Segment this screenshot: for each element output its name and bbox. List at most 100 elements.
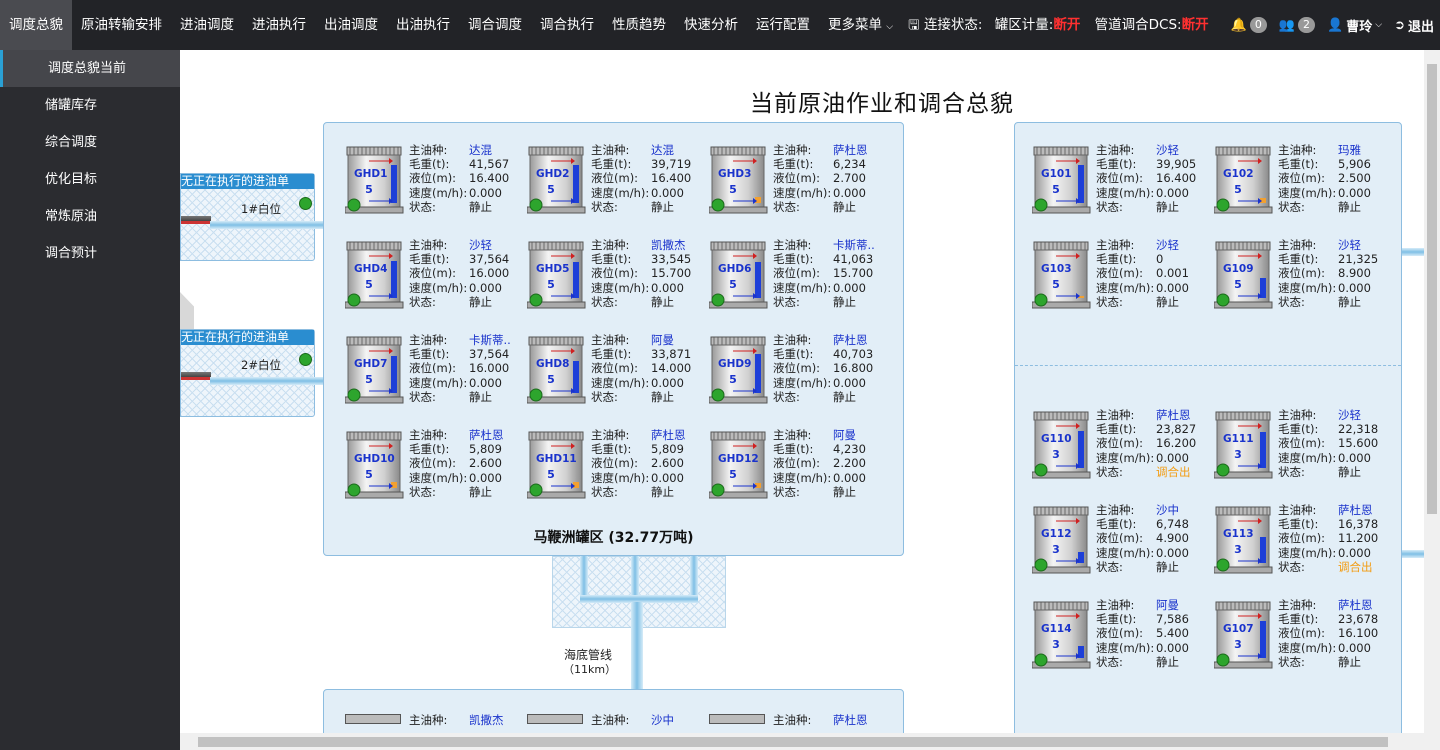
- logout-button[interactable]: ➲ 退出: [1394, 16, 1434, 35]
- nav-outbound-dispatch[interactable]: 出油调度: [315, 0, 387, 50]
- tank-G112[interactable]: G112 3 主油种: 沙中 毛重(t): 6,748 液位(m): 4.900 速度…: [1031, 503, 1232, 577]
- tank-speed: 0.000: [1156, 545, 1189, 560]
- label-state: 状态:: [1096, 294, 1123, 309]
- nav-transfer-plan[interactable]: 原油转输安排: [72, 0, 171, 50]
- sidebar-item-overview-current[interactable]: 调度总貌当前: [0, 50, 180, 87]
- label-weight: 毛重(t):: [591, 157, 632, 172]
- tank-level: 2.700: [833, 171, 866, 186]
- tank-G111[interactable]: G111 3 主油种: 沙轻 毛重(t): 22,318 液位(m): 15.600 …: [1213, 408, 1414, 482]
- tank-speed: 0.000: [651, 470, 684, 485]
- berth-1[interactable]: 无正在执行的进油单 1#白位: [180, 173, 315, 261]
- nav-blend-exec[interactable]: 调合执行: [531, 0, 603, 50]
- nav-property-trend[interactable]: 性质趋势: [603, 0, 675, 50]
- sidebar-item-tank-inventory[interactable]: 储罐库存: [0, 87, 180, 124]
- scroll-thumb[interactable]: [1427, 64, 1437, 514]
- tank-info: 主油种: 萨杜恩: [773, 712, 868, 728]
- tank-oil: 沙轻: [1156, 143, 1179, 157]
- tank-state: 静止: [469, 389, 492, 404]
- vertical-scrollbar[interactable]: [1424, 50, 1440, 750]
- nav-blend-dispatch[interactable]: 调合调度: [459, 0, 531, 50]
- tank-G102[interactable]: G102 5 主油种: 玛雅 毛重(t): 5,906 液位(m): 2.500 速度…: [1213, 143, 1414, 217]
- tank-info: 主油种: 凯撒杰 毛重(t): 33,545 液位(m): 15.700 速度(m/h…: [591, 238, 711, 309]
- tank-GHD10[interactable]: GHD10 5 主油种: 萨杜恩 毛重(t): 5,809 液位(m): 2.600 …: [344, 428, 545, 502]
- label-level: 液位(m):: [591, 361, 639, 376]
- scroll-thumb[interactable]: [198, 737, 1388, 747]
- label-oil: 主油种:: [409, 428, 448, 442]
- sidebar-item-optimize-target[interactable]: 优化目标: [0, 161, 180, 198]
- tank-num: 5: [365, 468, 373, 481]
- label-speed: 速度(m/h):: [591, 375, 650, 390]
- label-speed: 速度(m/h):: [591, 185, 650, 200]
- tank-level: 16.400: [469, 171, 510, 186]
- label-state: 状态:: [1096, 464, 1123, 479]
- tank-GHD11[interactable]: GHD11 5 主油种: 萨杜恩 毛重(t): 5,809 液位(m): 2.600 …: [526, 428, 727, 502]
- tank-GHD8[interactable]: GHD8 5 主油种: 阿曼 毛重(t): 33,871 液位(m): 14.000 …: [526, 333, 727, 407]
- tank-GHD6[interactable]: GHD6 5 主油种: 卡斯蒂.. 毛重(t): 41,063 液位(m): 15.7…: [708, 238, 909, 312]
- tank-G110[interactable]: G110 3 主油种: 萨杜恩 毛重(t): 23,827 液位(m): 16.200…: [1031, 408, 1232, 482]
- nav-run-config[interactable]: 运行配置: [747, 0, 819, 50]
- nav-more-menu[interactable]: 更多菜单 ⌵: [819, 0, 902, 50]
- nav-dispatch-overview[interactable]: 调度总貌: [0, 0, 72, 50]
- status-dot: [299, 197, 312, 210]
- label-level: 液位(m):: [409, 266, 457, 281]
- label-weight: 毛重(t):: [591, 442, 632, 457]
- label-weight: 毛重(t):: [773, 442, 814, 457]
- nav-inbound-exec[interactable]: 进油执行: [243, 0, 315, 50]
- user-menu[interactable]: 👤 曹玲 ⌵: [1327, 16, 1382, 35]
- label-level: 液位(m):: [1278, 436, 1326, 451]
- berth-header: 无正在执行的进油单: [181, 174, 314, 189]
- tank-info: 主油种: 沙中: [591, 712, 674, 728]
- tank-num: 3: [1052, 638, 1060, 651]
- sidebar-item-integrated-dispatch[interactable]: 综合调度: [0, 124, 180, 161]
- tank-speed: 0.000: [1156, 280, 1189, 295]
- tank-partial[interactable]: 主油种: 凯撒杰: [345, 712, 545, 733]
- tank-speed: 0.000: [833, 185, 866, 200]
- tank-GHD2[interactable]: GHD2 5 主油种: 达混 毛重(t): 39,719 液位(m): 16.400 …: [526, 143, 727, 217]
- label-weight: 毛重(t):: [773, 157, 814, 172]
- tank-G113[interactable]: G113 3 主油种: 萨杜恩 毛重(t): 16,378 液位(m): 11.200…: [1213, 503, 1414, 577]
- tank-weight: 40,703: [833, 347, 874, 362]
- tank-icon: G103 5: [1031, 238, 1092, 310]
- group-button[interactable]: 👥 2: [1279, 17, 1316, 33]
- berth-2[interactable]: 无正在执行的进油单 2#白位: [180, 329, 315, 417]
- tank-G114[interactable]: G114 3 主油种: 阿曼 毛重(t): 7,586 液位(m): 5.400 速度…: [1031, 598, 1232, 672]
- tank-G101[interactable]: G101 5 主油种: 沙轻 毛重(t): 39,905 液位(m): 16.400 …: [1031, 143, 1232, 217]
- tank-id: GHD12: [718, 453, 759, 465]
- tank-GHD4[interactable]: GHD4 5 主油种: 沙轻 毛重(t): 37,564 液位(m): 16.000 …: [344, 238, 545, 312]
- tank-info: 主油种: 萨杜恩 毛重(t): 23,827 液位(m): 16.200 速度(m/h…: [1096, 408, 1216, 479]
- label-weight: 毛重(t):: [409, 252, 450, 267]
- tank-GHD1[interactable]: GHD1 5 主油种: 达混 毛重(t): 41,567 液位(m): 16.400 …: [344, 143, 545, 217]
- sidebar-item-refining-crude[interactable]: 常炼原油: [0, 198, 180, 235]
- bell-button[interactable]: 🔔 0: [1231, 17, 1267, 33]
- label-state: 状态:: [409, 389, 436, 404]
- logout-label: 退出: [1407, 19, 1434, 35]
- tank-partial[interactable]: 主油种: 萨杜恩: [709, 712, 909, 733]
- page-title: 当前原油作业和调合总貌: [750, 91, 1014, 117]
- tank-weight: 6,234: [833, 157, 866, 172]
- tank-GHD3[interactable]: GHD3 5 主油种: 萨杜恩 毛重(t): 6,234 液位(m): 2.700 速…: [708, 143, 909, 217]
- berth-name: 2#白位: [241, 358, 281, 372]
- label-oil: 主油种:: [773, 238, 812, 252]
- tank-GHD5[interactable]: GHD5 5 主油种: 凯撒杰 毛重(t): 33,545 液位(m): 15.700…: [526, 238, 727, 312]
- tank-G107[interactable]: G107 3 主油种: 萨杜恩 毛重(t): 23,678 液位(m): 16.100…: [1213, 598, 1414, 672]
- tank-id: GHD4: [354, 263, 388, 275]
- label-oil: 主油种:: [409, 143, 448, 157]
- label-state: 状态:: [1096, 199, 1123, 214]
- sidebar-item-blend-forecast[interactable]: 调合预计: [0, 235, 180, 272]
- label-weight: 毛重(t):: [409, 442, 450, 457]
- tank-partial[interactable]: 主油种: 沙中: [527, 712, 727, 733]
- nav-inbound-dispatch[interactable]: 进油调度: [171, 0, 243, 50]
- tank-id: GHD8: [536, 358, 570, 370]
- tank-GHD9[interactable]: GHD9 5 主油种: 萨杜恩 毛重(t): 40,703 液位(m): 16.800…: [708, 333, 909, 407]
- tank-G103[interactable]: G103 5 主油种: 沙轻 毛重(t): 0 液位(m): 0.001 速度(m/h…: [1031, 238, 1232, 312]
- horizontal-scrollbar[interactable]: [180, 733, 1424, 750]
- tank-id: GHD11: [536, 453, 577, 465]
- tank-GHD12[interactable]: GHD12 5 主油种: 阿曼 毛重(t): 4,230 液位(m): 2.200 速…: [708, 428, 909, 502]
- tank-num: 5: [547, 373, 555, 386]
- label-level: 液位(m):: [1096, 171, 1144, 186]
- tank-GHD7[interactable]: GHD7 5 主油种: 卡斯蒂.. 毛重(t): 37,564 液位(m): 16.0…: [344, 333, 545, 407]
- nav-quick-analysis[interactable]: 快速分析: [675, 0, 747, 50]
- tank-G109[interactable]: G109 5 主油种: 沙轻 毛重(t): 21,325 液位(m): 8.900 速…: [1213, 238, 1414, 312]
- dcs-label: 管道调合DCS:: [1094, 17, 1182, 33]
- nav-outbound-exec[interactable]: 出油执行: [387, 0, 459, 50]
